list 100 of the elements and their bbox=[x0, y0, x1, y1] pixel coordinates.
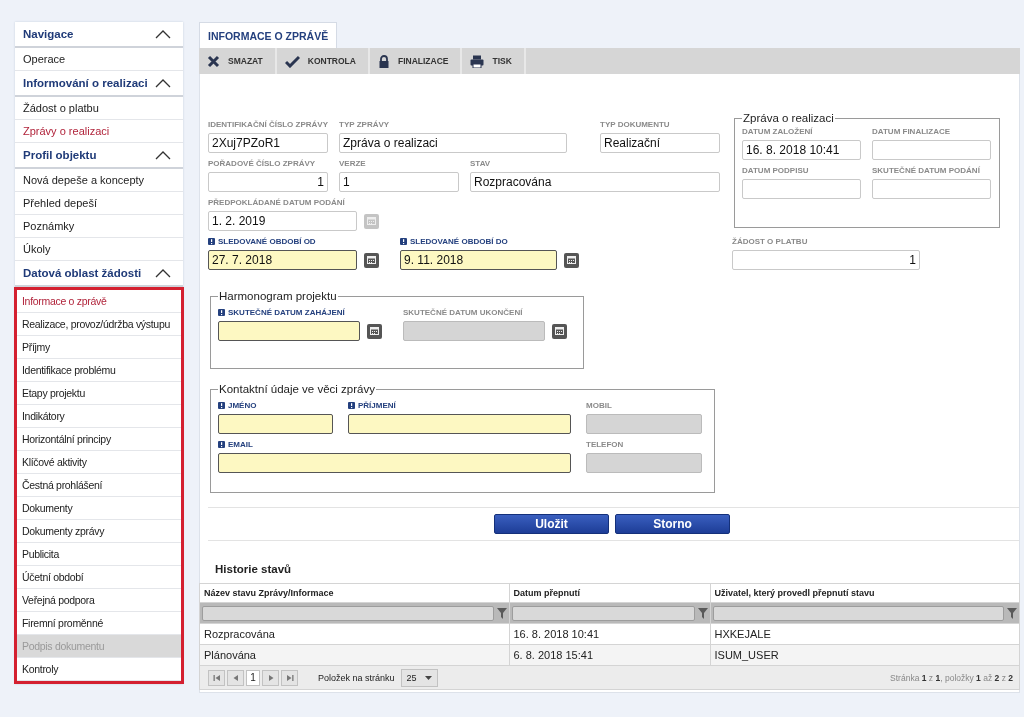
nav-item[interactable]: Klíčové aktivity bbox=[17, 451, 181, 474]
pager-button[interactable] bbox=[281, 669, 298, 686]
input-field[interactable]: Zpráva o realizaci bbox=[339, 133, 567, 153]
nav-item[interactable]: Identifikace problému bbox=[17, 359, 181, 382]
input-field[interactable]: Realizační bbox=[600, 133, 720, 153]
nav-item[interactable]: Dokumenty zprávy bbox=[17, 520, 181, 543]
nav-item[interactable]: Publicita bbox=[17, 543, 181, 566]
date-field[interactable] bbox=[218, 321, 360, 341]
table-cell: Rozpracována bbox=[199, 623, 509, 645]
exclamation-icon bbox=[218, 441, 225, 448]
field-label: PŘEDPOKLÁDANÉ DATUM PODÁNÍ bbox=[208, 198, 345, 207]
table-cell: HXKEJALE bbox=[710, 623, 1020, 645]
pager-summary: Stránka 1 z 1, položky 1 až 2 z 2 bbox=[890, 672, 1013, 683]
field-label: VERZE bbox=[339, 159, 366, 168]
section-header[interactable]: Profil objektu bbox=[15, 143, 183, 169]
date-field[interactable]: 9. 11. 2018 bbox=[400, 250, 557, 270]
section-title: Navigace bbox=[23, 28, 74, 40]
field-label: DATUM FINALIZACE bbox=[872, 127, 951, 136]
exclamation-icon bbox=[348, 402, 355, 409]
section-heading: Historie stavů bbox=[215, 563, 292, 575]
column-header[interactable]: Datum přepnutí bbox=[509, 583, 710, 603]
nav-item[interactable]: Účetní období bbox=[17, 566, 181, 589]
input-field[interactable]: 16. 8. 2018 10:41 bbox=[742, 140, 861, 160]
field-label: IDENTIFIKAČNÍ ČÍSLO ZPRÁVY bbox=[208, 120, 328, 129]
calendar-icon bbox=[370, 327, 379, 335]
nav-item[interactable]: Poznámky bbox=[15, 215, 183, 238]
pager-button[interactable] bbox=[227, 669, 244, 686]
nav-item[interactable]: Zprávy o realizaci bbox=[15, 120, 183, 143]
column-header[interactable]: Uživatel, který provedl přepnutí stavu bbox=[710, 583, 1020, 603]
field-label: DATUM ZALOŽENÍ bbox=[742, 127, 813, 136]
field-label: TELEFON bbox=[586, 440, 624, 449]
section-header[interactable]: Datová oblast žádosti bbox=[15, 261, 183, 287]
page-number-field[interactable]: 1 bbox=[246, 669, 260, 686]
group-title: Harmonogram projektu bbox=[218, 290, 338, 302]
field-label: PŘÍJMENÍ bbox=[358, 401, 396, 410]
nav-item[interactable]: Čestná prohlášení bbox=[17, 474, 181, 497]
nav-item[interactable]: Příjmy bbox=[17, 336, 181, 359]
last-page-icon bbox=[285, 673, 294, 682]
section-header[interactable]: Navigace bbox=[15, 22, 183, 48]
field-label: SKUTEČNÉ DATUM PODÁNÍ bbox=[872, 166, 980, 175]
nav-item[interactable]: Horizontální principy bbox=[17, 428, 181, 451]
filter-field[interactable] bbox=[712, 605, 1004, 621]
page-size-dropdown[interactable]: 25 bbox=[400, 668, 438, 687]
input-field[interactable] bbox=[218, 453, 571, 473]
column-header[interactable]: Název stavu Zprávy/Informace bbox=[199, 583, 509, 603]
nav-item[interactable]: Dokumenty bbox=[17, 497, 181, 520]
field-label: JMÉNO bbox=[228, 401, 257, 410]
nav-item[interactable]: Přehled depeší bbox=[15, 192, 183, 215]
caret-icon bbox=[424, 675, 432, 680]
field-label: POŘADOVÉ ČÍSLO ZPRÁVY bbox=[208, 159, 316, 168]
nav-item[interactable]: Kontroly bbox=[17, 658, 181, 681]
input-field[interactable] bbox=[218, 414, 333, 434]
input-field[interactable]: 1 bbox=[732, 250, 920, 270]
nav-item[interactable]: Operace bbox=[15, 48, 183, 71]
field-label: ŽÁDOST O PLATBU bbox=[732, 237, 808, 246]
nav-item[interactable]: Informace o zprávě bbox=[17, 290, 181, 313]
filter-field[interactable] bbox=[202, 605, 494, 621]
field-label: TYP DOKUMENTU bbox=[600, 120, 670, 129]
nav-item[interactable]: Nová depeše a koncepty bbox=[15, 169, 183, 192]
table-cell: Plánována bbox=[199, 644, 509, 666]
field-label: MOBIL bbox=[586, 401, 612, 410]
field-label: EMAIL bbox=[228, 440, 253, 449]
calendar-icon bbox=[367, 256, 376, 264]
calendar-icon bbox=[567, 256, 576, 264]
nav-item[interactable]: Realizace, provoz/údržba výstupu bbox=[17, 313, 181, 336]
group-title: Zpráva o realizaci bbox=[742, 112, 835, 124]
nav-item[interactable]: Žádost o platbu bbox=[15, 97, 183, 120]
input-field[interactable]: 1 bbox=[208, 172, 328, 192]
exclamation-icon bbox=[218, 309, 225, 316]
date-field[interactable]: 1. 2. 2019 bbox=[208, 211, 357, 231]
filter-field[interactable] bbox=[511, 605, 695, 621]
field-label: DATUM PODPISU bbox=[742, 166, 809, 175]
field-label: STAV bbox=[470, 159, 491, 168]
group-title: Kontaktní údaje ve věci zprávy bbox=[218, 383, 376, 395]
nav-item[interactable]: Indikátory bbox=[17, 405, 181, 428]
nav-item[interactable]: Úkoly bbox=[15, 238, 183, 261]
nav-item[interactable]: Veřejná podpora bbox=[17, 589, 181, 612]
triangle-left-icon bbox=[231, 673, 240, 682]
pager-button[interactable] bbox=[262, 669, 279, 686]
tab[interactable]: INFORMACE O ZPRÁVĚ bbox=[199, 22, 338, 48]
triangle-right-icon bbox=[266, 673, 275, 682]
calendar-button[interactable] bbox=[367, 323, 382, 339]
input-field[interactable]: 1 bbox=[339, 172, 459, 192]
pager-button[interactable] bbox=[208, 669, 225, 686]
action-button[interactable]: Storno bbox=[615, 514, 730, 534]
date-field[interactable]: 27. 7. 2018 bbox=[208, 250, 357, 270]
page-size-label: Položek na stránku bbox=[318, 672, 395, 683]
exclamation-icon bbox=[208, 238, 215, 245]
action-button[interactable]: Uložit bbox=[494, 514, 609, 534]
funnel-icon bbox=[1007, 607, 1017, 619]
calendar-button[interactable] bbox=[364, 252, 379, 268]
section-title: Informování o realizaci bbox=[23, 77, 148, 89]
nav-item[interactable]: Etapy projektu bbox=[17, 382, 181, 405]
section-header[interactable]: Informování o realizaci bbox=[15, 71, 183, 97]
input-field[interactable] bbox=[348, 414, 571, 434]
field-label: SKUTEČNÉ DATUM UKONČENÍ bbox=[403, 308, 523, 317]
calendar-button[interactable] bbox=[564, 252, 579, 268]
field-label: SLEDOVANÉ OBDOBÍ DO bbox=[410, 237, 508, 246]
input-field[interactable]: Rozpracována bbox=[470, 172, 720, 192]
input-field[interactable]: 2Xuj7PZoR1 bbox=[208, 133, 328, 153]
